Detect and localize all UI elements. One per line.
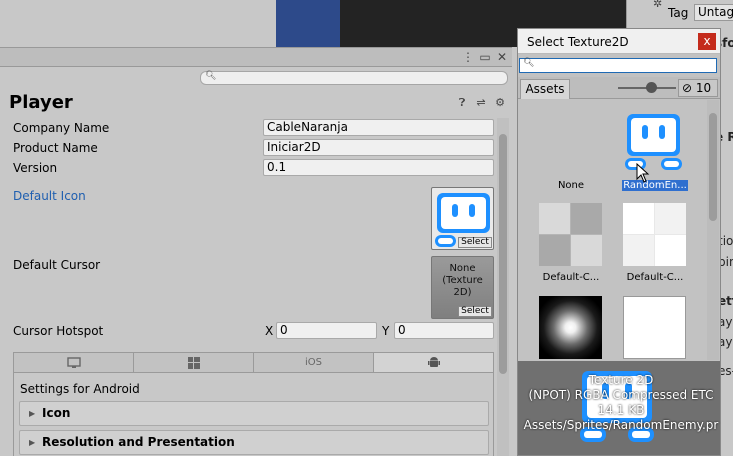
resolution-foldout[interactable]: ▶ Resolution and Presentation — [19, 430, 489, 455]
settings-search-input[interactable]: 🔍︎ — [200, 71, 508, 85]
tag-label: Tag — [668, 6, 689, 20]
cursor-hotspot-label: Cursor Hotspot — [13, 324, 104, 338]
white-texture-thumbnail — [623, 296, 686, 359]
select-button[interactable]: Select — [458, 306, 492, 317]
version-label: Version — [13, 161, 58, 175]
default-cursor-label: Default Cursor — [13, 258, 101, 272]
hidden-count: 10 — [695, 81, 712, 95]
grid-item[interactable] — [618, 293, 692, 360]
platform-tabs: iOS — [13, 352, 494, 373]
player-settings-panel: ⋮ ▭ ✕ 🔍︎ Player ❓︎ ⇌ ⚙︎ Company Name Cab… — [0, 47, 512, 456]
company-name-field[interactable]: CableNaranja — [263, 119, 494, 136]
tag-dropdown[interactable]: Untag — [694, 4, 733, 21]
texture-picker-window: Select Texture2D x 🔍︎ Assets ⊘ 10 None R… — [517, 28, 721, 456]
maximize-icon[interactable]: ▭ — [478, 49, 492, 65]
android-icon — [427, 357, 440, 367]
grid-item-label: RandomEn... — [622, 180, 688, 191]
tab-standalone[interactable] — [14, 353, 134, 372]
default-cursor-slot[interactable]: None (Texture 2D) Select — [431, 256, 494, 319]
close-icon[interactable]: ✕ — [495, 49, 509, 65]
default-icon-slot[interactable]: Select — [431, 187, 494, 250]
cursor-none-text: None — [449, 263, 476, 274]
chevron-right-icon: ▶ — [29, 409, 36, 418]
tab-ios[interactable]: iOS — [254, 353, 374, 372]
product-name-label: Product Name — [13, 141, 98, 155]
hotspot-y-field[interactable]: 0 — [394, 322, 494, 339]
page-title: Player — [9, 92, 73, 113]
preview-size-text: 14.1 KB — [597, 403, 645, 417]
presets-icon[interactable]: ⇌ — [474, 96, 488, 110]
picker-title: Select Texture2D — [527, 35, 629, 49]
gear-icon: ✲ — [653, 0, 663, 10]
grid-item[interactable]: None — [534, 106, 608, 194]
checker-texture-thumbnail — [539, 203, 602, 266]
grid-item-label: None — [557, 180, 585, 191]
hotspot-x-field[interactable]: 0 — [276, 322, 377, 339]
tab-android[interactable] — [374, 353, 493, 372]
background-blue-area — [276, 0, 340, 47]
picker-search-input[interactable]: 🔍︎ — [519, 58, 717, 73]
panel-tab-bar: ⋮ ▭ ✕ — [0, 48, 512, 67]
icon-foldout-label: Icon — [42, 406, 71, 420]
grid-item-label: Default-C... — [542, 272, 600, 283]
gear-icon[interactable]: ⚙︎ — [493, 96, 507, 110]
default-icon-label: Default Icon — [13, 189, 86, 203]
grid-item-label: Default-C... — [626, 272, 684, 283]
company-name-label: Company Name — [13, 121, 110, 135]
preview-format-text: (NPOT) RGBA Compressed ETC — [528, 388, 714, 402]
resolution-foldout-label: Resolution and Presentation — [42, 435, 235, 449]
search-icon: 🔍︎ — [523, 58, 535, 68]
hotspot-x-label: X — [265, 324, 274, 338]
asset-grid: None RandomEn... Default-C... Default-C.… — [518, 100, 706, 360]
preview-path-text: Assets/Sprites/RandomEnemy.pr — [523, 418, 719, 432]
picker-tab-bar: Assets ⊘ 10 — [518, 77, 720, 99]
monitor-icon — [66, 356, 81, 368]
windows-icon — [187, 356, 200, 369]
mouse-pointer-icon — [636, 163, 650, 183]
hidden-packages-toggle[interactable]: ⊘ 10 — [678, 79, 718, 97]
search-icon: 🔍︎ — [205, 71, 217, 81]
icon-foldout[interactable]: ▶ Icon — [19, 401, 489, 426]
more-options-icon[interactable]: ⋮ — [461, 49, 475, 65]
zoom-slider-handle[interactable] — [646, 82, 657, 93]
cursor-type-text: (Texture 2D) — [442, 275, 483, 298]
panel-scroll-thumb[interactable] — [499, 134, 507, 374]
picker-scroll-thumb[interactable] — [709, 113, 717, 221]
grid-item[interactable]: Default-C... — [618, 200, 692, 288]
select-button[interactable]: Select — [458, 237, 492, 248]
checker-white-texture-thumbnail — [623, 203, 686, 266]
robot-sprite-icon — [625, 114, 682, 170]
tab-assets[interactable]: Assets — [520, 79, 570, 99]
radial-gradient-texture-thumbnail — [539, 296, 602, 359]
chevron-right-icon: ▶ — [29, 438, 36, 447]
eye-slash-icon: ⊘ — [682, 81, 693, 95]
preview-type-text: Texture 2D — [588, 373, 654, 387]
grid-item[interactable]: Default-C... — [534, 200, 608, 288]
picker-title-bar: Select Texture2D x — [518, 29, 720, 54]
picker-preview-area: Texture 2D (NPOT) RGBA Compressed ETC 14… — [518, 361, 720, 455]
product-name-field[interactable]: Iniciar2D — [263, 139, 494, 156]
grid-item[interactable]: RandomEn... — [618, 106, 692, 194]
grid-item[interactable] — [534, 293, 608, 360]
settings-for-android-heading: Settings for Android — [20, 382, 140, 396]
picker-close-button[interactable]: x — [698, 33, 716, 50]
tab-windows[interactable] — [134, 353, 254, 372]
version-field[interactable]: 0.1 — [263, 159, 494, 176]
help-icon[interactable]: ❓︎ — [455, 96, 469, 110]
hotspot-y-label: Y — [382, 324, 390, 338]
